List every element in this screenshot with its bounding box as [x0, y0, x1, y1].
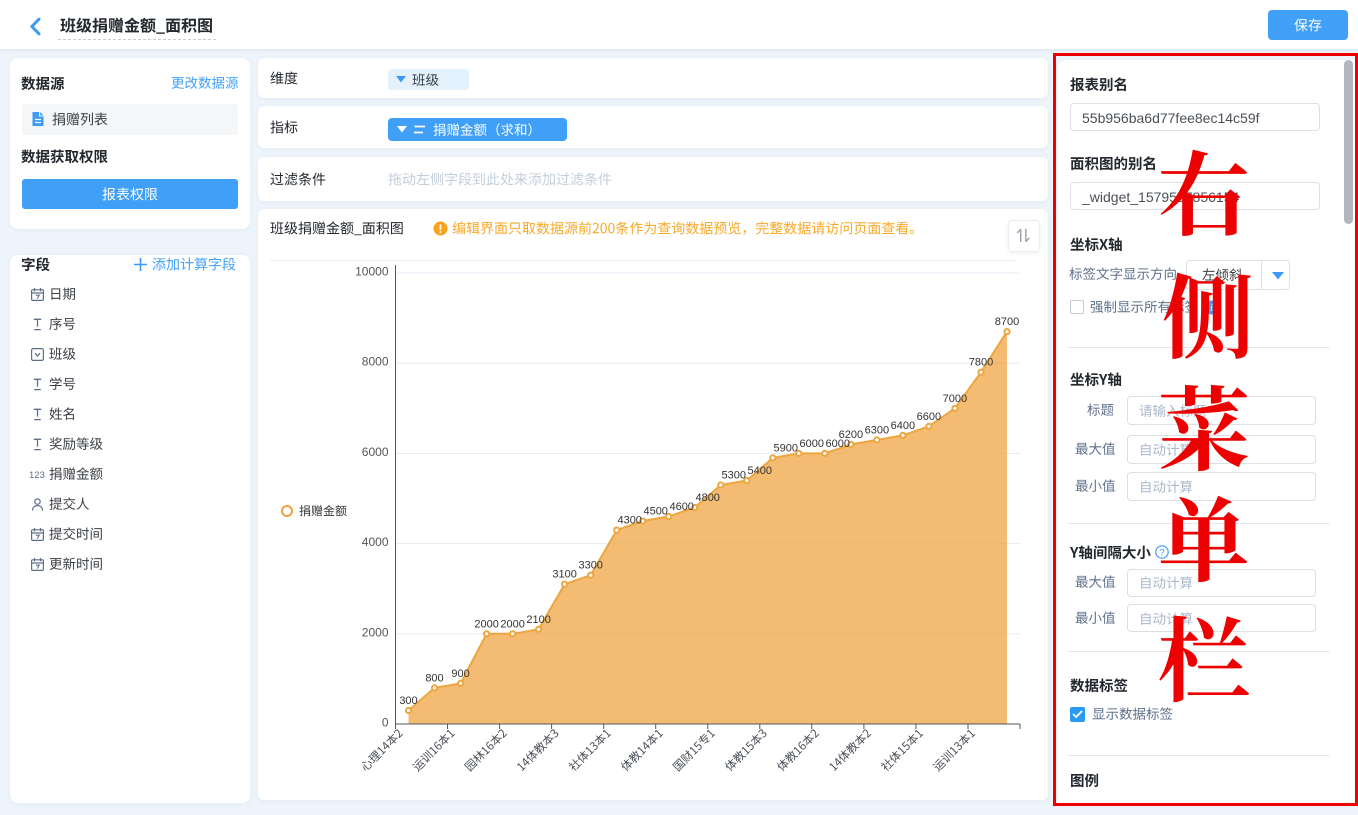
svg-text:0: 0 [382, 716, 389, 730]
svg-text:900: 900 [451, 668, 469, 680]
svg-text:2000: 2000 [500, 618, 524, 630]
svg-text:8700: 8700 [995, 316, 1019, 328]
svg-text:4600: 4600 [669, 501, 693, 513]
svg-text:7000: 7000 [943, 393, 967, 405]
svg-text:800: 800 [425, 672, 443, 684]
svg-text:8000: 8000 [362, 355, 389, 369]
svg-text:6300: 6300 [865, 424, 889, 436]
svg-text:4500: 4500 [643, 506, 667, 518]
svg-text:2000: 2000 [474, 618, 498, 630]
svg-text:5400: 5400 [748, 465, 772, 477]
svg-text:6600: 6600 [917, 411, 941, 423]
svg-text:5900: 5900 [774, 442, 798, 454]
svg-text:6200: 6200 [839, 429, 863, 441]
svg-text:4000: 4000 [362, 535, 389, 549]
svg-text:300: 300 [399, 695, 417, 707]
svg-text:7800: 7800 [969, 357, 993, 369]
svg-text:5300: 5300 [722, 470, 746, 482]
svg-text:4300: 4300 [617, 515, 641, 527]
svg-text:6400: 6400 [891, 420, 915, 432]
svg-text:4800: 4800 [695, 492, 719, 504]
svg-text:3100: 3100 [552, 569, 576, 581]
svg-text:10000: 10000 [355, 265, 389, 279]
svg-text:6000: 6000 [800, 438, 824, 450]
svg-text:2100: 2100 [526, 614, 550, 626]
svg-text:2000: 2000 [362, 625, 389, 639]
svg-text:3300: 3300 [578, 560, 602, 572]
svg-text:6000: 6000 [362, 445, 389, 459]
